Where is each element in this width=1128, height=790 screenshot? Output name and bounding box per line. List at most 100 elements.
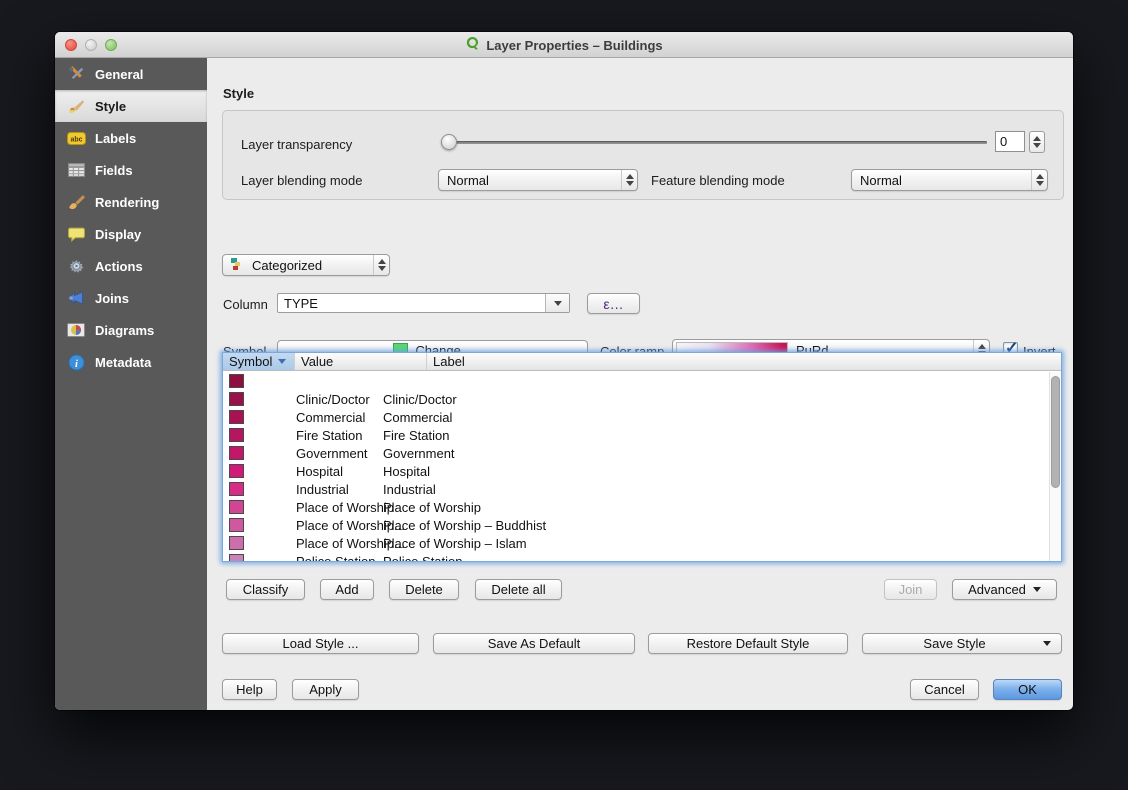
sidebar-item-joins[interactable]: Joins (55, 282, 207, 314)
apply-button[interactable]: Apply (292, 679, 359, 700)
sidebar-item-label: Display (95, 227, 141, 242)
sidebar-item-label: Labels (95, 131, 136, 146)
table-row[interactable]: Fire StationFire Station (223, 426, 1049, 444)
join-button[interactable]: Join (884, 579, 937, 600)
category-label[interactable]: Hospital (376, 464, 1049, 479)
style-tab-content: Style Layer rendering Layer transparency… (207, 58, 1073, 710)
scrollbar-thumb[interactable] (1051, 376, 1060, 488)
table-row[interactable]: IndustrialIndustrial (223, 480, 1049, 498)
advanced-button[interactable]: Advanced (952, 579, 1057, 600)
slider-thumb[interactable] (441, 134, 457, 150)
ok-button[interactable]: OK (993, 679, 1062, 700)
category-swatch[interactable] (229, 554, 244, 561)
category-label[interactable]: Clinic/Doctor (376, 392, 1049, 407)
category-value[interactable]: Hospital (244, 464, 376, 479)
table-row[interactable] (223, 372, 1049, 390)
dropdown-arrow-icon[interactable] (545, 294, 569, 312)
table-row[interactable]: Place of Worship...Place of Worship – Bu… (223, 516, 1049, 534)
table-row[interactable]: CommercialCommercial (223, 408, 1049, 426)
delete-button[interactable]: Delete (389, 579, 459, 600)
column-header-symbol[interactable]: Symbol (223, 353, 295, 370)
category-value[interactable]: Clinic/Doctor (244, 392, 376, 407)
menu-arrow-icon (1043, 641, 1051, 646)
column-select[interactable]: TYPE (277, 293, 570, 313)
feature-blending-select[interactable]: Normal (851, 169, 1048, 191)
menu-arrow-icon (1033, 587, 1041, 592)
category-label[interactable]: Commercial (376, 410, 1049, 425)
column-header-value[interactable]: Value (295, 353, 427, 370)
delete-all-button[interactable]: Delete all (475, 579, 562, 600)
speech-bubble-icon (66, 225, 86, 243)
info-icon: i (66, 353, 86, 371)
sidebar-item-label: Rendering (95, 195, 159, 210)
sidebar: GeneralStyle abc Labels Fields Rendering Disp… (55, 58, 207, 710)
category-swatch[interactable] (229, 536, 244, 550)
category-value[interactable]: Industrial (244, 482, 376, 497)
restore-default-style-button[interactable]: Restore Default Style (648, 633, 848, 654)
classify-button[interactable]: Classify (226, 579, 305, 600)
table-row[interactable]: Place of Worship...Place of Worship – Is… (223, 534, 1049, 552)
category-swatch[interactable] (229, 518, 244, 532)
category-swatch[interactable] (229, 410, 244, 424)
sidebar-item-labels[interactable]: abc Labels (55, 122, 207, 154)
expression-button[interactable]: ε… (587, 293, 640, 314)
transparency-stepper[interactable] (1029, 131, 1045, 153)
category-label[interactable]: Industrial (376, 482, 1049, 497)
join-arrow-icon (66, 289, 86, 307)
category-swatch[interactable] (229, 500, 244, 514)
table-icon (66, 161, 86, 179)
updown-arrows-icon (1031, 170, 1047, 190)
table-scrollbar[interactable] (1049, 372, 1061, 561)
category-value[interactable]: Government (244, 446, 376, 461)
category-label[interactable]: Place of Worship (376, 500, 1049, 515)
category-value[interactable]: Commercial (244, 410, 376, 425)
table-row[interactable]: GovernmentGovernment (223, 444, 1049, 462)
add-button[interactable]: Add (320, 579, 374, 600)
category-swatch[interactable] (229, 446, 244, 460)
layer-blending-select[interactable]: Normal (438, 169, 638, 191)
category-label[interactable]: Place of Worship – Buddhist (376, 518, 1049, 533)
category-value[interactable]: Place of Worship... (244, 536, 376, 551)
category-swatch[interactable] (229, 482, 244, 496)
sidebar-item-fields[interactable]: Fields (55, 154, 207, 186)
sidebar-item-style[interactable]: Style (55, 90, 207, 122)
table-row[interactable]: HospitalHospital (223, 462, 1049, 480)
category-label[interactable]: Police Station (376, 554, 1049, 562)
category-value[interactable]: Police Station (244, 554, 376, 562)
svg-text:abc: abc (70, 136, 82, 143)
save-as-default-button[interactable]: Save As Default (433, 633, 635, 654)
transparency-slider[interactable] (441, 134, 987, 150)
help-button[interactable]: Help (222, 679, 277, 700)
category-label[interactable]: Fire Station (376, 428, 1049, 443)
sidebar-item-metadata[interactable]: i Metadata (55, 346, 207, 378)
category-label[interactable]: Place of Worship – Islam (376, 536, 1049, 551)
sidebar-item-display[interactable]: Display (55, 218, 207, 250)
titlebar[interactable]: Layer Properties – Buildings (55, 32, 1073, 58)
category-swatch[interactable] (229, 392, 244, 406)
category-swatch[interactable] (229, 374, 244, 388)
sidebar-item-actions[interactable]: Actions (55, 250, 207, 282)
gear-icon (66, 257, 86, 275)
transparency-value-input[interactable] (995, 131, 1025, 152)
category-swatch[interactable] (229, 464, 244, 478)
sidebar-item-general[interactable]: General (55, 58, 207, 90)
pie-chart-icon (66, 321, 86, 339)
column-header-label[interactable]: Label (427, 353, 1061, 370)
table-row[interactable]: Clinic/DoctorClinic/Doctor (223, 390, 1049, 408)
table-row[interactable]: Police StationPolice Station (223, 552, 1049, 561)
table-row[interactable]: Place of WorshipPlace of Worship (223, 498, 1049, 516)
cancel-button[interactable]: Cancel (910, 679, 979, 700)
categories-table[interactable]: Symbol Value Label Clinic/DoctorClinic/D… (222, 352, 1062, 562)
category-label[interactable]: Government (376, 446, 1049, 461)
save-style-button[interactable]: Save Style (862, 633, 1062, 654)
renderer-type-select[interactable]: Categorized (222, 254, 390, 276)
sidebar-item-diagrams[interactable]: Diagrams (55, 314, 207, 346)
category-value[interactable]: Place of Worship (244, 500, 376, 515)
category-value[interactable]: Fire Station (244, 428, 376, 443)
category-swatch[interactable] (229, 428, 244, 442)
sidebar-item-rendering[interactable]: Rendering (55, 186, 207, 218)
sidebar-item-label: Metadata (95, 355, 151, 370)
load-style-button[interactable]: Load Style ... (222, 633, 419, 654)
category-value[interactable]: Place of Worship... (244, 518, 376, 533)
window-title: Layer Properties – Buildings (55, 32, 1073, 58)
